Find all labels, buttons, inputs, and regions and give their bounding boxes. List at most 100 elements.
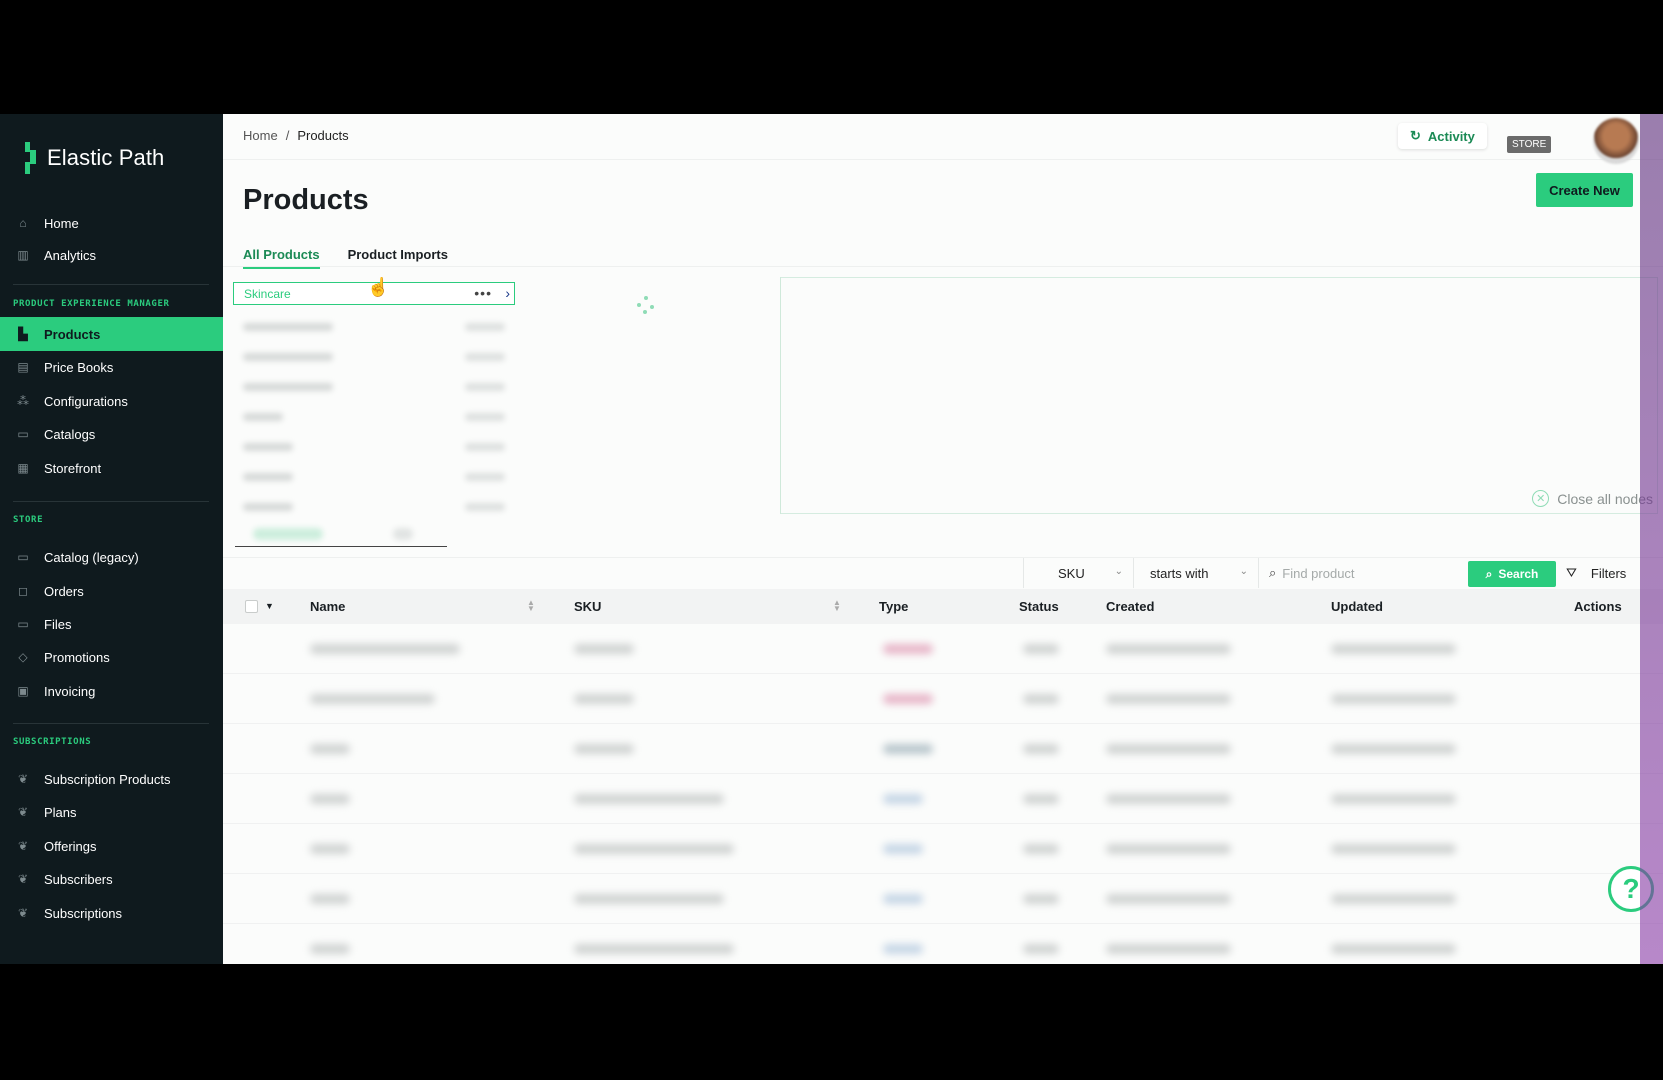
tree-column-2 <box>515 277 781 514</box>
tag-icon: ◇ <box>18 650 28 664</box>
sidebar-item-price-books[interactable]: ▤ Price Books <box>0 350 223 384</box>
breadcrumb: Home / Products <box>243 128 349 143</box>
question-icon: ? <box>1622 873 1640 904</box>
tree-column-1: Skincare ••• › <box>233 277 515 514</box>
sidebar-item-label: Catalogs <box>44 426 96 442</box>
sort-icon[interactable]: ▲ ▼ <box>527 599 535 613</box>
pricebook-icon: ▤ <box>17 360 29 374</box>
filters-button[interactable]: ⛛ Filters <box>1566 558 1626 588</box>
leaf-icon: ❦ <box>17 805 29 819</box>
sidebar-item-configurations[interactable]: ⁂ Configurations <box>0 384 223 418</box>
activity-button[interactable]: ↻ Activity <box>1398 123 1487 149</box>
main-content: Home / Products ↻ Activity STORE Product… <box>223 114 1663 964</box>
sidebar-item-files[interactable]: ▭ Files <box>0 607 223 641</box>
sidebar-item-label: Files <box>44 616 72 632</box>
sidebar-item-offerings[interactable]: ❦ Offerings <box>0 829 223 863</box>
elastic-path-logo-icon <box>25 142 39 174</box>
column-name[interactable]: Name <box>310 599 345 614</box>
sidebar-item-catalogs[interactable]: ▭ Catalogs <box>0 417 223 451</box>
search-button[interactable]: ⌕ Search <box>1468 561 1556 587</box>
tree-node-blurred[interactable] <box>243 323 505 333</box>
chevron-down-icon: ⌄ <box>1114 566 1123 577</box>
sidebar-item-label: Products <box>44 326 101 342</box>
column-actions: Actions <box>1574 599 1622 614</box>
hierarchy-icon: ⁂ <box>17 394 29 408</box>
sidebar-item-analytics[interactable]: ▥ Analytics <box>0 238 223 272</box>
sidebar-item-label: Analytics <box>44 247 97 263</box>
home-icon: ⌂ <box>19 216 27 230</box>
sidebar-item-label: Catalog (legacy) <box>44 549 139 565</box>
tree-node-blurred[interactable] <box>243 383 505 393</box>
find-product-placeholder: Find product <box>1282 565 1355 581</box>
table-row[interactable] <box>223 624 1663 674</box>
table-row[interactable] <box>223 874 1663 924</box>
tree-footer-blurred[interactable] <box>243 526 423 542</box>
breadcrumb-separator: / <box>285 128 290 143</box>
tree-node-blurred[interactable] <box>243 353 505 363</box>
table-row[interactable] <box>223 774 1663 824</box>
section-label-subscriptions: SUBSCRIPTIONS <box>13 737 92 747</box>
search-bar: SKU ⌄ starts with ⌄ ⌕ Find product ⌕ Sea… <box>223 557 1663 588</box>
tree-node-blurred[interactable] <box>243 413 505 423</box>
find-product-input[interactable]: ⌕ Find product <box>1258 558 1468 588</box>
leaf-icon: ❦ <box>17 906 29 920</box>
sidebar-item-label: Invoicing <box>44 683 96 699</box>
page-title: Products <box>243 184 369 216</box>
sidebar-item-products[interactable]: ▙ Products <box>0 317 223 351</box>
select-menu-chevron-icon[interactable]: ▼ <box>265 601 274 611</box>
close-all-nodes-label: Close all nodes <box>1557 490 1653 507</box>
table-row[interactable] <box>223 924 1663 964</box>
sidebar-item-label: Subscriptions <box>44 905 123 921</box>
close-all-nodes-button[interactable]: ✕ Close all nodes <box>1532 490 1653 507</box>
tree-node-label: Skincare <box>244 286 291 301</box>
sidebar-item-orders[interactable]: ◻ Orders <box>0 574 223 608</box>
search-field-select[interactable]: SKU ⌄ <box>1023 558 1133 588</box>
table-row[interactable] <box>223 824 1663 874</box>
hand-cursor-icon: ☝ <box>367 277 390 297</box>
sidebar-divider <box>13 284 209 285</box>
table-row[interactable] <box>223 674 1663 724</box>
sidebar-item-storefront[interactable]: ▦ Storefront <box>0 451 223 485</box>
catalog-icon: ▭ <box>17 427 29 441</box>
more-options-icon[interactable]: ••• <box>474 285 492 301</box>
breadcrumb-home[interactable]: Home <box>243 128 278 143</box>
leaf-icon: ❦ <box>17 872 29 886</box>
sidebar-item-home[interactable]: ⌂ Home <box>0 206 223 240</box>
search-button-label: Search <box>1498 567 1539 581</box>
activity-label: Activity <box>1427 128 1475 144</box>
column-status: Status <box>1019 599 1059 614</box>
history-icon: ↻ <box>1410 128 1421 143</box>
column-sku[interactable]: SKU <box>574 599 601 614</box>
search-icon: ⌕ <box>1269 565 1277 580</box>
sidebar-item-label: Storefront <box>44 460 102 476</box>
search-operator-select[interactable]: starts with ⌄ <box>1133 558 1258 588</box>
sidebar-item-promotions[interactable]: ◇ Promotions <box>0 640 223 674</box>
create-new-button[interactable]: Create New <box>1536 173 1633 207</box>
sidebar-item-subscription-products[interactable]: ❦ Subscription Products <box>0 762 223 796</box>
chart-icon: ▥ <box>17 248 29 262</box>
column-created: Created <box>1106 599 1155 614</box>
tree-node-blurred[interactable] <box>243 443 505 453</box>
close-circle-icon: ✕ <box>1532 490 1550 507</box>
chevron-right-icon[interactable]: › <box>505 285 510 301</box>
brand-logo[interactable]: Elastic Path <box>25 142 164 174</box>
sidebar-item-subscribers[interactable]: ❦ Subscribers <box>0 862 223 896</box>
avatar[interactable] <box>1593 118 1639 164</box>
sidebar-item-plans[interactable]: ❦ Plans <box>0 795 223 829</box>
section-label-store: STORE <box>13 515 44 525</box>
sort-icon[interactable]: ▲ ▼ <box>833 599 841 613</box>
sidebar-item-label: Price Books <box>44 359 114 375</box>
filter-icon: ⛛ <box>1566 565 1577 580</box>
table-row[interactable] <box>223 724 1663 774</box>
sidebar-item-catalog-legacy[interactable]: ▭ Catalog (legacy) <box>0 540 223 574</box>
sidebar-item-label: Plans <box>44 804 77 820</box>
leaf-icon: ❦ <box>17 839 29 853</box>
brand-name: Elastic Path <box>47 145 165 170</box>
window-edge-decoration <box>1640 114 1663 964</box>
sidebar-item-subscriptions[interactable]: ❦ Subscriptions <box>0 896 223 930</box>
select-all-checkbox[interactable] <box>245 600 258 613</box>
tree-node-blurred[interactable] <box>243 503 505 513</box>
sidebar-item-invoicing[interactable]: ▣ Invoicing <box>0 674 223 708</box>
tree-node-blurred[interactable] <box>243 473 505 483</box>
tree-footer-divider <box>235 546 447 547</box>
